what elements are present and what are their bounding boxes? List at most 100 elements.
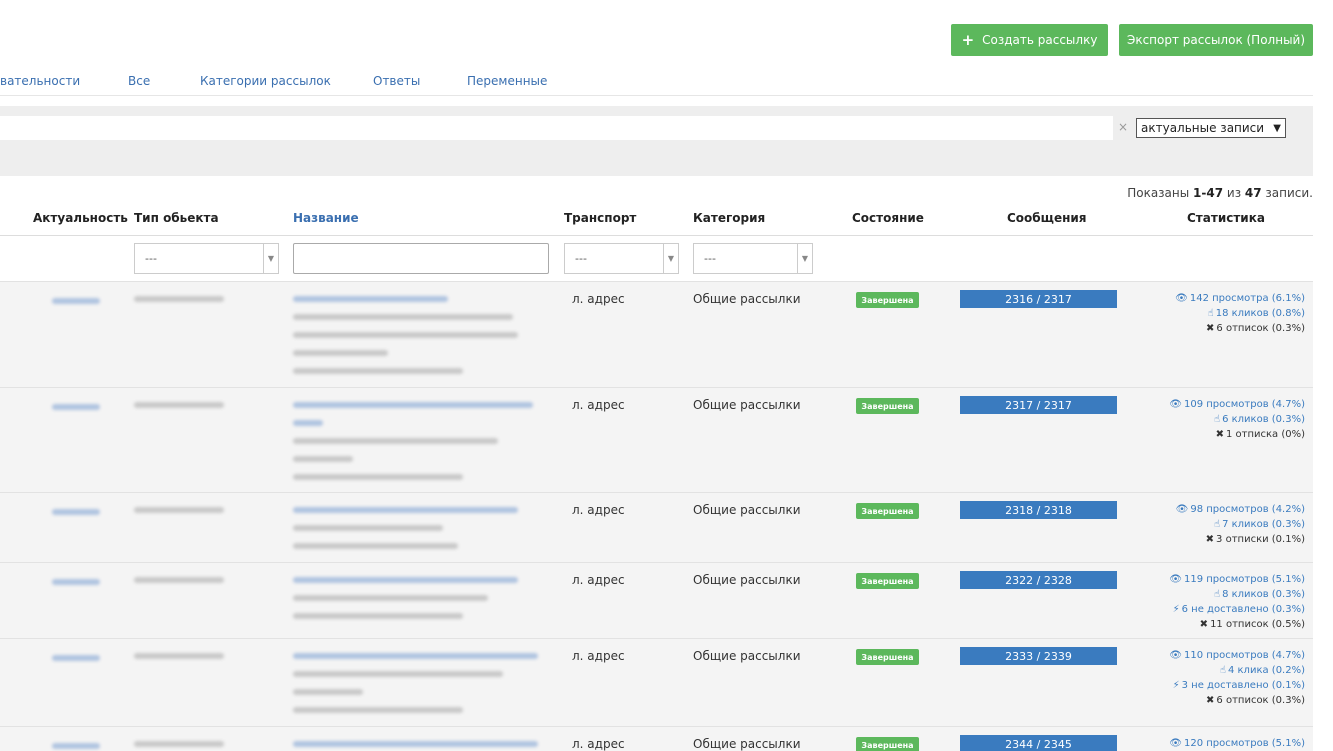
- blurred-relevance: [52, 509, 100, 515]
- blurred-relevance: [52, 404, 100, 410]
- transport-filter-value: ---: [575, 252, 587, 265]
- blurred-description: [293, 314, 513, 320]
- tab-categories[interactable]: Категории рассылок: [200, 74, 331, 88]
- relevance-filter-select[interactable]: актуальные записи ▼: [1136, 118, 1286, 138]
- blurred-description: [293, 689, 363, 695]
- eye-icon: 👁: [1169, 574, 1182, 585]
- transport-cell: л. адрес: [572, 737, 625, 751]
- eye-icon: 👁: [1169, 650, 1182, 661]
- stat-unsubscribes: ✖ 6 отписок (0.3%): [1169, 693, 1305, 708]
- column-header-messages: Сообщения: [1007, 211, 1087, 225]
- category-cell: Общие рассылки: [693, 573, 801, 587]
- messages-progress: 2322 / 2328: [960, 571, 1117, 589]
- create-mailing-button[interactable]: + Создать рассылку: [951, 24, 1108, 56]
- export-mailings-button[interactable]: Экспорт рассылок (Полный): [1119, 24, 1313, 56]
- stat-unsubscribes: ✖ 11 отписок (0.5%): [1169, 617, 1305, 632]
- tab-replies[interactable]: Ответы: [373, 74, 420, 88]
- blurred-title-link[interactable]: [293, 741, 538, 747]
- status-badge: Завершена: [856, 737, 919, 751]
- blurred-relevance: [52, 743, 100, 749]
- table-row[interactable]: л. адрес Общие рассылки Завершена 2322 /…: [0, 562, 1313, 638]
- tab-all[interactable]: Все: [128, 74, 150, 88]
- stat-views[interactable]: 👁 142 просмотра (6.1%): [1175, 291, 1305, 306]
- column-header-name[interactable]: Название: [293, 211, 359, 225]
- cross-icon: ✖: [1206, 323, 1215, 334]
- records-summary: Показаны 1-47 из 47 записи.: [1127, 186, 1313, 200]
- blurred-object-type: [134, 507, 224, 513]
- blurred-date: [293, 474, 463, 480]
- stat-clicks-text: 7 кликов (0.3%): [1222, 519, 1305, 530]
- search-input[interactable]: [0, 116, 1113, 140]
- name-filter-input[interactable]: [293, 243, 549, 274]
- table-row[interactable]: л. адрес Общие рассылки Завершена 2316 /…: [0, 281, 1313, 387]
- stat-clicks[interactable]: ☝ 6 кликов (0.3%): [1169, 412, 1305, 427]
- stat-views[interactable]: 👁 98 просмотров (4.2%): [1176, 502, 1305, 517]
- tab-variables[interactable]: Переменные: [467, 74, 547, 88]
- filter-bar: × актуальные записи ▼: [0, 106, 1313, 176]
- status-badge: Завершена: [856, 503, 919, 519]
- stat-clicks[interactable]: ☝ 4 клика (0.2%): [1169, 663, 1305, 678]
- dropdown-arrow-icon: ▼: [663, 244, 678, 273]
- messages-progress: 2317 / 2317: [960, 396, 1117, 414]
- stat-clicks-text: 18 кликов (0.8%): [1215, 308, 1305, 319]
- blurred-description: [293, 595, 488, 601]
- cross-icon: ✖: [1215, 429, 1224, 440]
- stat-undelivered[interactable]: ⚡ 6 не доставлено (0.3%): [1169, 602, 1305, 617]
- stat-unsubscribes-text: 6 отписок (0.3%): [1216, 695, 1305, 706]
- bolt-icon: ⚡: [1172, 604, 1180, 615]
- status-badge: Завершена: [856, 649, 919, 665]
- status-badge: Завершена: [856, 292, 919, 308]
- stat-unsubscribes-text: 6 отписок (0.3%): [1216, 323, 1305, 334]
- stat-views-text: 98 просмотров (4.2%): [1190, 504, 1305, 515]
- hand-pointer-icon: ☝: [1219, 665, 1226, 676]
- transport-filter[interactable]: --- ▼: [564, 243, 679, 274]
- table-row[interactable]: л. адрес Общие рассылки Завершена 2333 /…: [0, 638, 1313, 726]
- column-header-object-type: Тип обьекта: [134, 211, 219, 225]
- object-type-filter[interactable]: --- ▼: [134, 243, 279, 274]
- table-row[interactable]: л. адрес Общие рассылки Завершена 2318 /…: [0, 492, 1313, 562]
- table-row[interactable]: л. адрес Общие рассылки Завершена 2344 /…: [0, 726, 1313, 751]
- summary-suffix: записи.: [1261, 186, 1313, 200]
- eye-icon: 👁: [1175, 293, 1188, 304]
- stats-list: 👁 98 просмотров (4.2%) ☝ 7 кликов (0.3%) ✖…: [1176, 502, 1305, 547]
- status-badge: Завершена: [856, 573, 919, 589]
- blurred-title-link[interactable]: [293, 296, 448, 302]
- blurred-title-link[interactable]: [293, 402, 533, 408]
- stat-clicks-text: 8 кликов (0.3%): [1222, 589, 1305, 600]
- hand-pointer-icon: ☝: [1213, 414, 1221, 425]
- summary-middle: из: [1223, 186, 1245, 200]
- clear-search-icon[interactable]: ×: [1118, 120, 1128, 134]
- stat-undelivered[interactable]: ⚡ 3 не доставлено (0.1%): [1169, 678, 1305, 693]
- plus-icon: +: [961, 31, 975, 49]
- blurred-title-link[interactable]: [293, 653, 538, 659]
- stat-clicks-text: 4 клика (0.2%): [1227, 665, 1305, 676]
- column-header-relevance: Актуальность: [33, 211, 128, 225]
- relevance-filter-value: актуальные записи: [1141, 121, 1265, 135]
- blurred-object-type: [134, 741, 224, 747]
- stat-clicks[interactable]: ☝ 18 кликов (0.8%): [1175, 306, 1305, 321]
- tab-sequences[interactable]: вательности: [0, 74, 80, 88]
- stats-list: 👁 120 просмотров (5.1%): [1169, 736, 1305, 751]
- stat-views[interactable]: 👁 120 просмотров (5.1%): [1169, 736, 1305, 751]
- table-row[interactable]: л. адрес Общие рассылки Завершена 2317 /…: [0, 387, 1313, 492]
- category-cell: Общие рассылки: [693, 503, 801, 517]
- stat-views[interactable]: 👁 110 просмотров (4.7%): [1169, 648, 1305, 663]
- stat-clicks[interactable]: ☝ 8 кликов (0.3%): [1169, 587, 1305, 602]
- blurred-title-link[interactable]: [293, 507, 518, 513]
- category-filter[interactable]: --- ▼: [693, 243, 813, 274]
- stat-views[interactable]: 👁 109 просмотров (4.7%): [1169, 397, 1305, 412]
- blurred-object-type: [134, 653, 224, 659]
- category-cell: Общие рассылки: [693, 737, 801, 751]
- stat-unsubscribes-text: 1 отписка (0%): [1225, 429, 1305, 440]
- dropdown-arrow-icon: ▼: [263, 244, 278, 273]
- stat-clicks[interactable]: ☝ 7 кликов (0.3%): [1176, 517, 1305, 532]
- column-header-transport: Транспорт: [564, 211, 637, 225]
- transport-cell: л. адрес: [572, 398, 625, 412]
- column-header-state: Состояние: [852, 211, 924, 225]
- category-cell: Общие рассылки: [693, 649, 801, 663]
- blurred-title-link[interactable]: [293, 420, 323, 426]
- blurred-title-link[interactable]: [293, 577, 518, 583]
- transport-cell: л. адрес: [572, 649, 625, 663]
- summary-prefix: Показаны: [1127, 186, 1194, 200]
- stat-views[interactable]: 👁 119 просмотров (5.1%): [1169, 572, 1305, 587]
